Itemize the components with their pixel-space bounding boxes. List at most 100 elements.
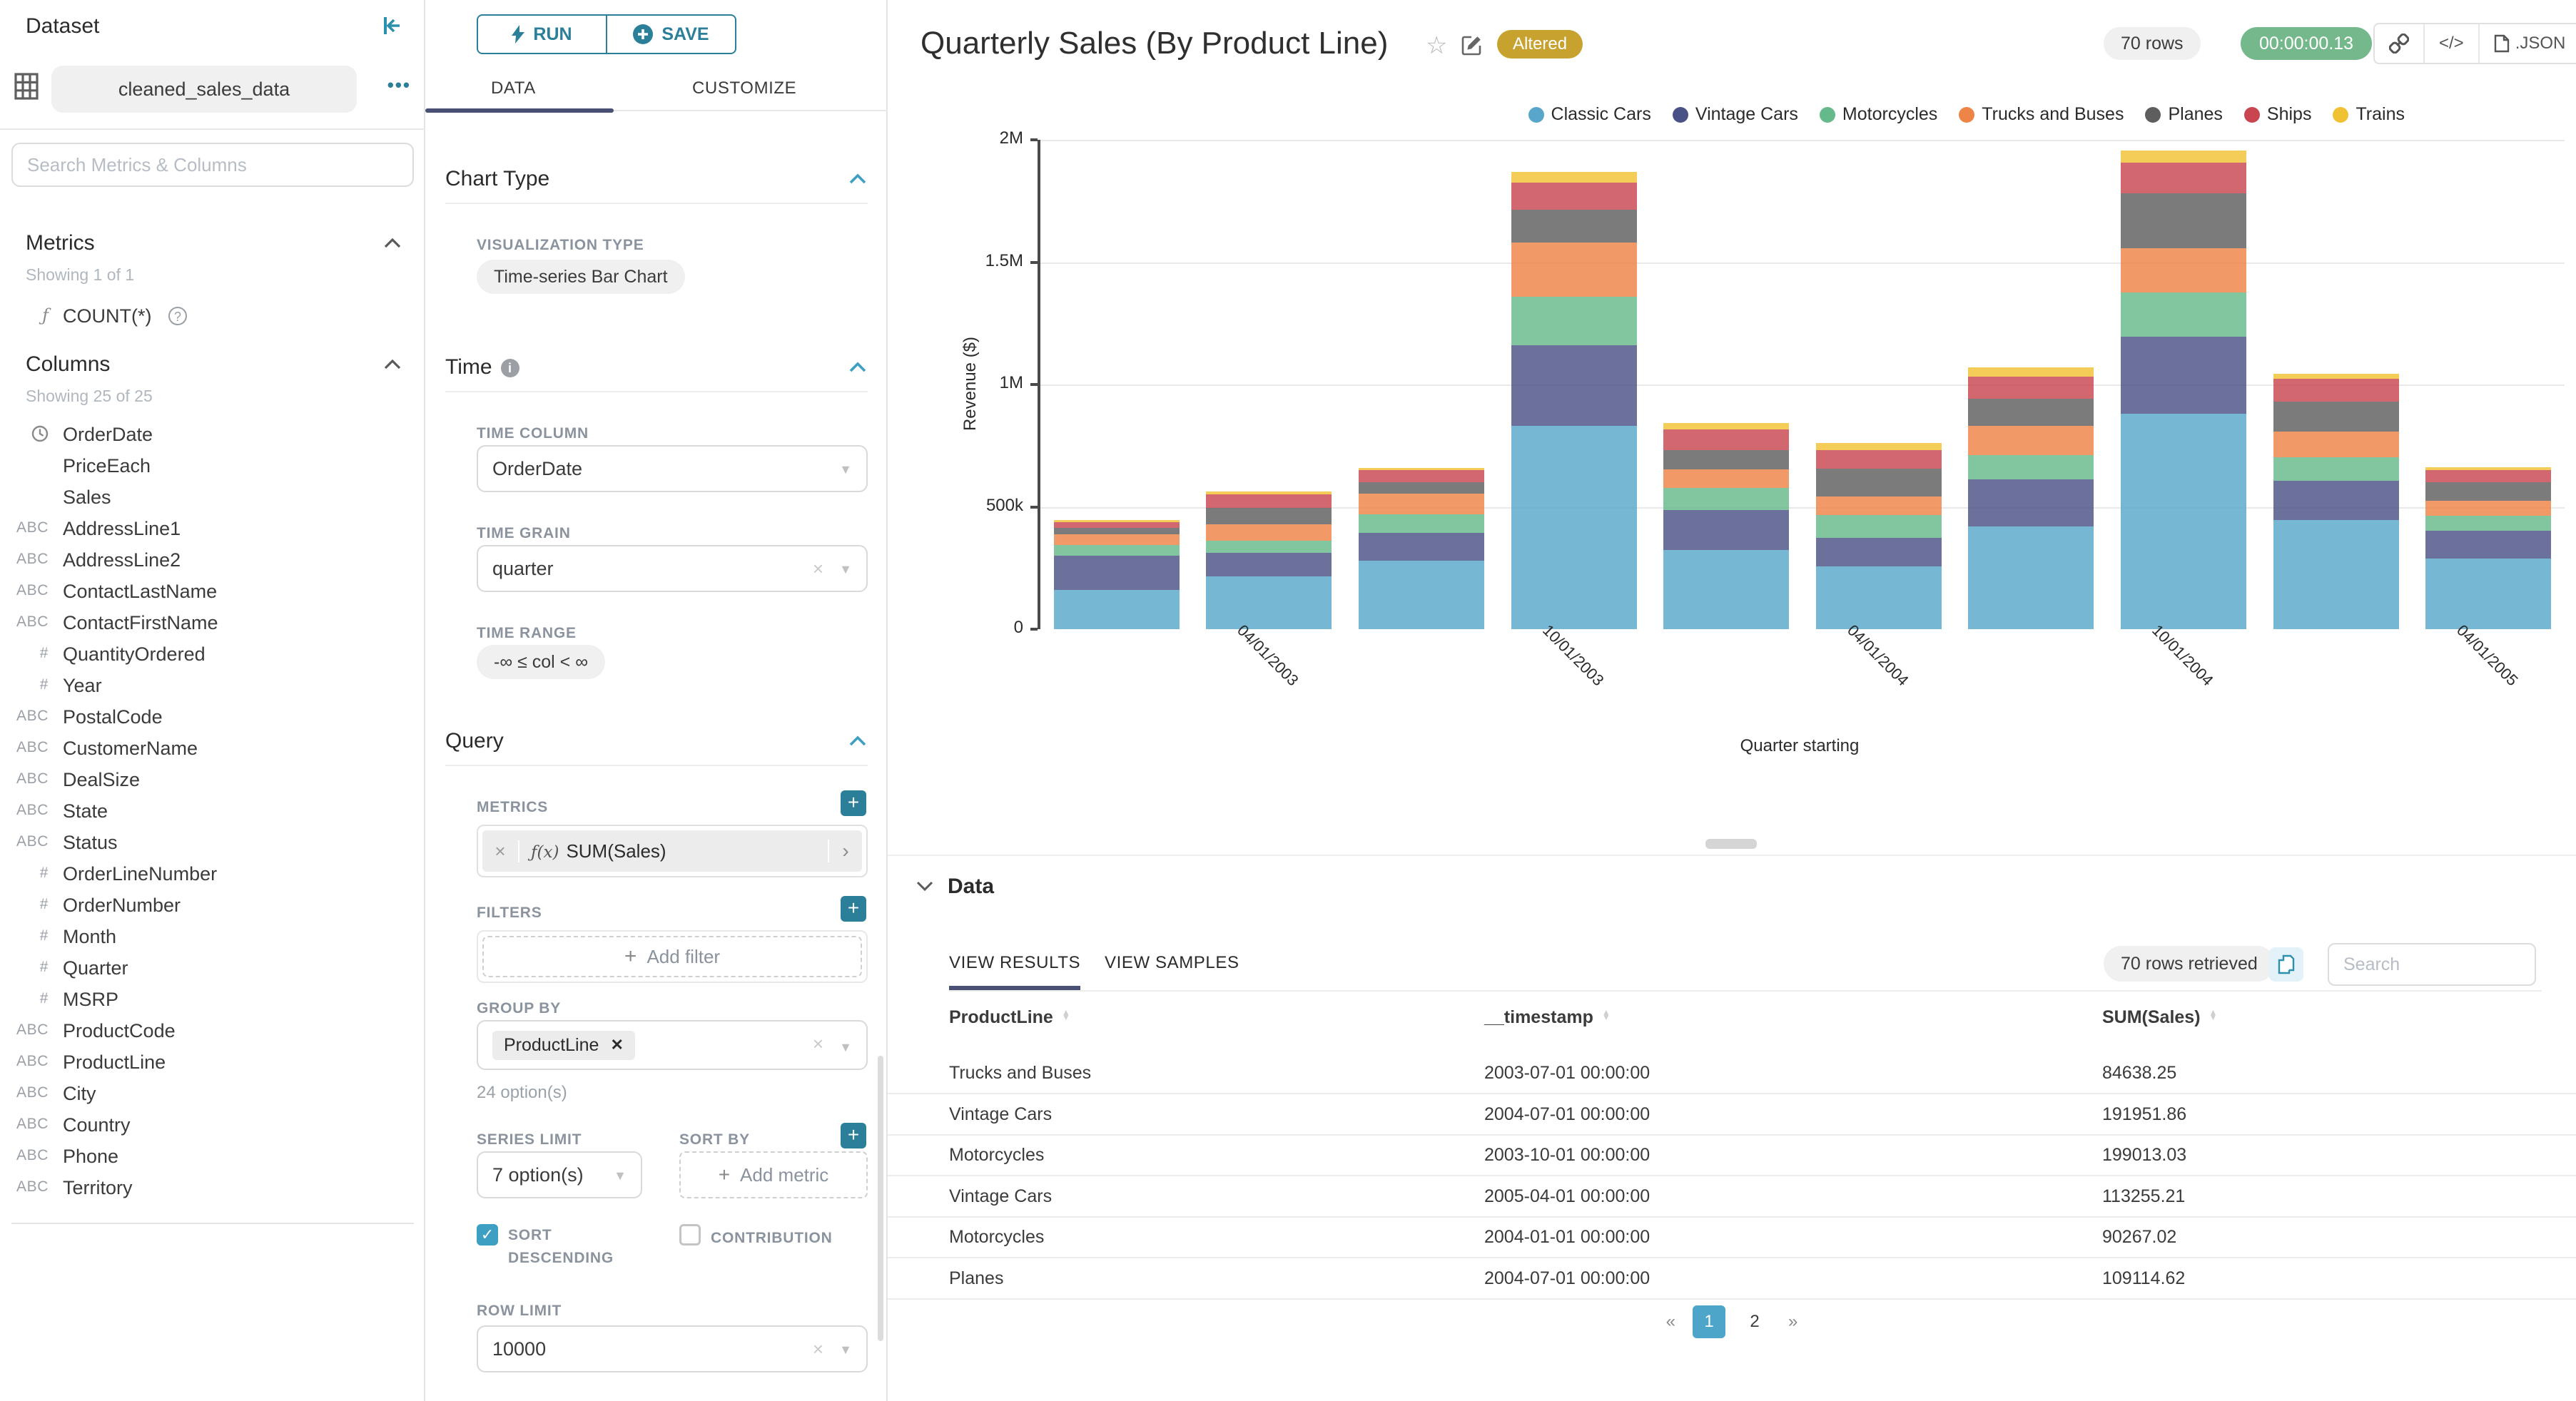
add-sort-metric-button[interactable]: + Add metric — [679, 1151, 868, 1198]
add-metric-plus-icon[interactable]: + — [841, 790, 866, 816]
bar-segment[interactable] — [1206, 540, 1332, 554]
table-column-header[interactable]: ProductLine ▲ ▼ — [949, 1007, 1070, 1028]
column-item[interactable]: ABC State — [0, 798, 425, 829]
remove-metric-icon[interactable]: × — [482, 840, 519, 862]
group-by-chip[interactable]: ProductLine ✕ — [492, 1030, 635, 1060]
expand-metric-icon[interactable]: › — [828, 840, 862, 862]
bar-segment[interactable] — [1663, 509, 1790, 550]
column-item[interactable]: ABC DealSize — [0, 766, 425, 798]
bar-segment[interactable] — [1206, 491, 1332, 495]
add-sort-metric-plus-icon[interactable]: + — [841, 1123, 866, 1148]
bar-segment[interactable] — [1663, 469, 1790, 488]
time-collapse-icon[interactable] — [849, 361, 866, 372]
tab-data[interactable]: DATA — [491, 78, 536, 98]
bar-segment[interactable] — [2273, 457, 2399, 482]
bar-segment[interactable] — [2121, 248, 2246, 293]
bar-segment[interactable] — [1053, 522, 1180, 528]
time-range-value[interactable]: -∞ ≤ col < ∞ — [477, 645, 606, 679]
bar-segment[interactable] — [1206, 494, 1332, 509]
bar-segment[interactable] — [1206, 524, 1332, 541]
save-button[interactable]: SAVE — [606, 16, 735, 53]
column-item[interactable]: # OrderNumber — [0, 892, 425, 923]
bar-segment[interactable] — [2121, 414, 2246, 629]
add-filter-plus-icon[interactable]: + — [841, 896, 866, 922]
column-item[interactable]: # Year — [0, 672, 425, 703]
column-item[interactable]: # QuantityOrdered — [0, 641, 425, 672]
bar-segment[interactable] — [1968, 425, 2094, 455]
series-limit-select[interactable]: 7 option(s) ▼ — [477, 1151, 642, 1198]
metric-item[interactable]: ƒ COUNT(*) ? — [0, 302, 425, 334]
bar-segment[interactable] — [2425, 500, 2552, 516]
bar-segment[interactable] — [1359, 514, 1484, 534]
bar-segment[interactable] — [1359, 467, 1484, 471]
scrollbar-thumb[interactable] — [878, 1056, 883, 1341]
column-item[interactable]: # OrderLineNumber — [0, 860, 425, 892]
bar-segment[interactable] — [2273, 401, 2399, 432]
bar-segment[interactable] — [1359, 494, 1484, 515]
results-search-input[interactable] — [2328, 943, 2536, 986]
bar-segment[interactable] — [1663, 488, 1790, 510]
pagination-page[interactable]: 1 — [1693, 1305, 1725, 1338]
tab-customize[interactable]: CUSTOMIZE — [692, 78, 796, 98]
bar-segment[interactable] — [1053, 534, 1180, 545]
bar-segment[interactable] — [2425, 516, 2552, 531]
bar-segment[interactable] — [1815, 469, 1942, 497]
bar-segment[interactable] — [1511, 345, 1637, 427]
time-column-select[interactable]: OrderDate ▼ — [477, 445, 868, 492]
bar-segment[interactable] — [1815, 496, 1942, 516]
time-grain-select[interactable]: quarter × ▼ — [477, 545, 868, 592]
bar-segment[interactable] — [1968, 367, 2094, 377]
bar-segment[interactable] — [2273, 520, 2399, 629]
clear-icon[interactable]: × — [813, 1338, 823, 1360]
bar-segment[interactable] — [1968, 399, 2094, 426]
metrics-collapse-icon[interactable] — [384, 237, 401, 248]
bar-segment[interactable] — [1511, 426, 1637, 629]
bar-segment[interactable] — [1815, 537, 1942, 567]
column-item[interactable]: # MSRP — [0, 986, 425, 1017]
bar-segment[interactable] — [1968, 526, 2094, 629]
pagination-prev[interactable]: « — [1662, 1312, 1680, 1332]
chevron-down-icon[interactable] — [916, 881, 933, 892]
search-metrics-columns-input[interactable] — [11, 143, 414, 187]
bar-segment[interactable] — [1511, 171, 1637, 183]
bar-segment[interactable] — [1359, 470, 1484, 483]
bar-segment[interactable] — [2121, 336, 2246, 414]
add-filter-button[interactable]: + Add filter — [482, 936, 862, 977]
bar-segment[interactable] — [1359, 482, 1484, 494]
column-item[interactable]: ABC ProductLine — [0, 1049, 425, 1080]
run-button[interactable]: RUN — [478, 16, 606, 53]
bar-segment[interactable] — [1359, 533, 1484, 561]
pagination-page[interactable]: 2 — [1738, 1305, 1771, 1338]
row-limit-select[interactable]: 10000 × ▼ — [477, 1325, 868, 1372]
copy-data-icon[interactable] — [2269, 947, 2303, 982]
bar-segment[interactable] — [1053, 544, 1180, 556]
column-item[interactable]: PriceEach — [0, 452, 425, 484]
bar-segment[interactable] — [2273, 373, 2399, 379]
bar-segment[interactable] — [1663, 449, 1790, 469]
bar-segment[interactable] — [1206, 508, 1332, 524]
dataset-name[interactable]: cleaned_sales_data — [51, 66, 357, 113]
bar-segment[interactable] — [1053, 590, 1180, 629]
bar-segment[interactable] — [1968, 454, 2094, 480]
bar-segment[interactable] — [1206, 576, 1332, 629]
columns-collapse-icon[interactable] — [384, 358, 401, 370]
column-item[interactable]: ABC ContactLastName — [0, 578, 425, 609]
bar-segment[interactable] — [1815, 515, 1942, 538]
sort-descending-checkbox[interactable]: ✓ — [477, 1224, 498, 1245]
visualization-type-value[interactable]: Time-series Bar Chart — [477, 260, 685, 294]
column-item[interactable]: ABC ProductCode — [0, 1017, 425, 1049]
table-column-header[interactable]: SUM(Sales) ▲ ▼ — [2102, 1007, 2217, 1028]
bar-segment[interactable] — [1053, 527, 1180, 535]
column-item[interactable]: # Month — [0, 923, 425, 954]
bar-segment[interactable] — [2425, 482, 2552, 501]
contribution-checkbox[interactable] — [679, 1224, 701, 1245]
tab-view-results[interactable]: VIEW RESULTS — [949, 953, 1081, 990]
pagination-next[interactable]: » — [1784, 1312, 1802, 1332]
column-item[interactable]: Sales — [0, 484, 425, 515]
column-item[interactable]: ABC PostalCode — [0, 703, 425, 735]
column-item[interactable]: ABC CustomerName — [0, 735, 425, 766]
group-by-select[interactable]: ProductLine ✕ × ▼ — [477, 1020, 868, 1070]
column-item[interactable]: ABC Country — [0, 1111, 425, 1143]
bar-segment[interactable] — [1815, 566, 1942, 629]
panel-resize-handle[interactable] — [1705, 839, 1757, 849]
